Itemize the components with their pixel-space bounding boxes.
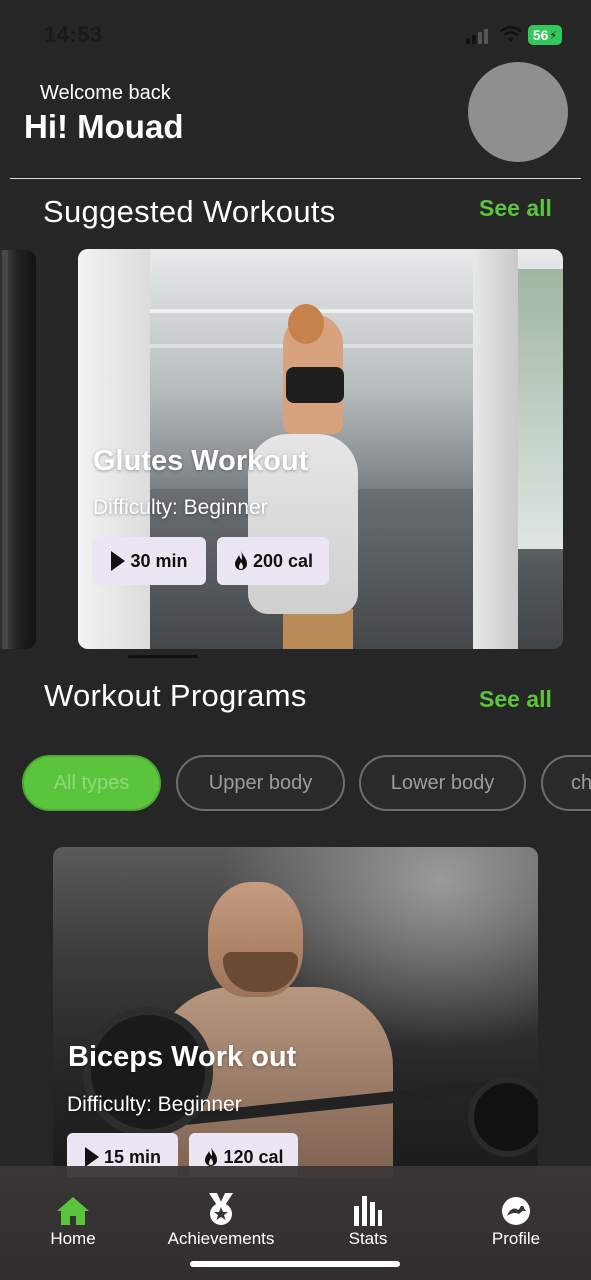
- status-time: 14:53: [44, 22, 103, 47]
- calories-value: 120 cal: [223, 1146, 284, 1167]
- duration-value: 30 min: [130, 550, 188, 571]
- filter-partial[interactable]: ch: [541, 755, 591, 811]
- welcome-text: Welcome back: [40, 82, 171, 104]
- programs-see-all-link[interactable]: See all: [479, 686, 552, 713]
- athlete-hair: [288, 304, 324, 344]
- bar-chart-icon: [354, 1196, 382, 1226]
- gym-pillar: [473, 249, 518, 649]
- medal-icon: [209, 1193, 233, 1225]
- workout-programs-title: Workout Programs: [44, 678, 307, 713]
- charging-icon: ⚡: [549, 29, 558, 42]
- tab-home[interactable]: Home: [40, 1196, 106, 1249]
- tab-stats-label: Stats: [348, 1229, 388, 1248]
- step-box: [283, 609, 353, 649]
- carousel-page-indicator: [128, 655, 198, 658]
- tab-profile[interactable]: Profile: [486, 1196, 546, 1249]
- duration-chip: 30 min: [92, 537, 206, 585]
- tab-achievements-label: Achievements: [167, 1229, 275, 1248]
- calories-value: 200 cal: [252, 550, 314, 571]
- wifi-icon: [500, 26, 522, 42]
- biceps-workout-card[interactable]: Biceps Work out Difficulty: Beginner 15 …: [53, 847, 538, 1177]
- home-indicator: [190, 1261, 400, 1267]
- flame-icon: [205, 1147, 218, 1166]
- filter-upper-body[interactable]: Upper body: [176, 755, 345, 811]
- gym-window: [518, 269, 563, 549]
- suggested-workouts-title: Suggested Workouts: [43, 194, 336, 229]
- workout-card-difficulty: Difficulty: Beginner: [93, 496, 268, 519]
- tab-home-label: Home: [50, 1229, 96, 1248]
- filter-all-types[interactable]: All types: [22, 755, 161, 811]
- suggested-see-all-link[interactable]: See all: [479, 195, 552, 222]
- calories-chip: 200 cal: [217, 537, 329, 585]
- battery-level: 56: [532, 27, 549, 43]
- profile-icon: [502, 1197, 530, 1225]
- play-icon: [84, 1147, 99, 1167]
- glutes-workout-card[interactable]: Glutes Workout Difficulty: Beginner 30 m…: [78, 249, 563, 649]
- tab-stats[interactable]: Stats: [340, 1194, 396, 1249]
- flame-icon: [234, 551, 247, 570]
- home-icon: [57, 1197, 89, 1225]
- athlete-sports-top: [286, 367, 344, 403]
- play-icon: [111, 551, 126, 571]
- greeting-title: Hi! Mouad: [24, 108, 184, 145]
- weight-plate: [468, 1077, 538, 1157]
- cellular-signal-icon: [466, 28, 488, 44]
- program-card-difficulty: Difficulty: Beginner: [67, 1093, 242, 1116]
- header-divider: [10, 178, 581, 179]
- tab-profile-label: Profile: [491, 1229, 541, 1248]
- workout-card-title: Glutes Workout: [93, 445, 309, 477]
- previous-workout-card[interactable]: [0, 250, 36, 649]
- battery-indicator: 56 ⚡: [528, 25, 562, 45]
- duration-value: 15 min: [103, 1146, 162, 1167]
- tab-achievements[interactable]: Achievements: [160, 1192, 282, 1249]
- program-card-title: Biceps Work out: [68, 1041, 297, 1073]
- filter-lower-body[interactable]: Lower body: [359, 755, 526, 811]
- avatar[interactable]: [468, 62, 568, 162]
